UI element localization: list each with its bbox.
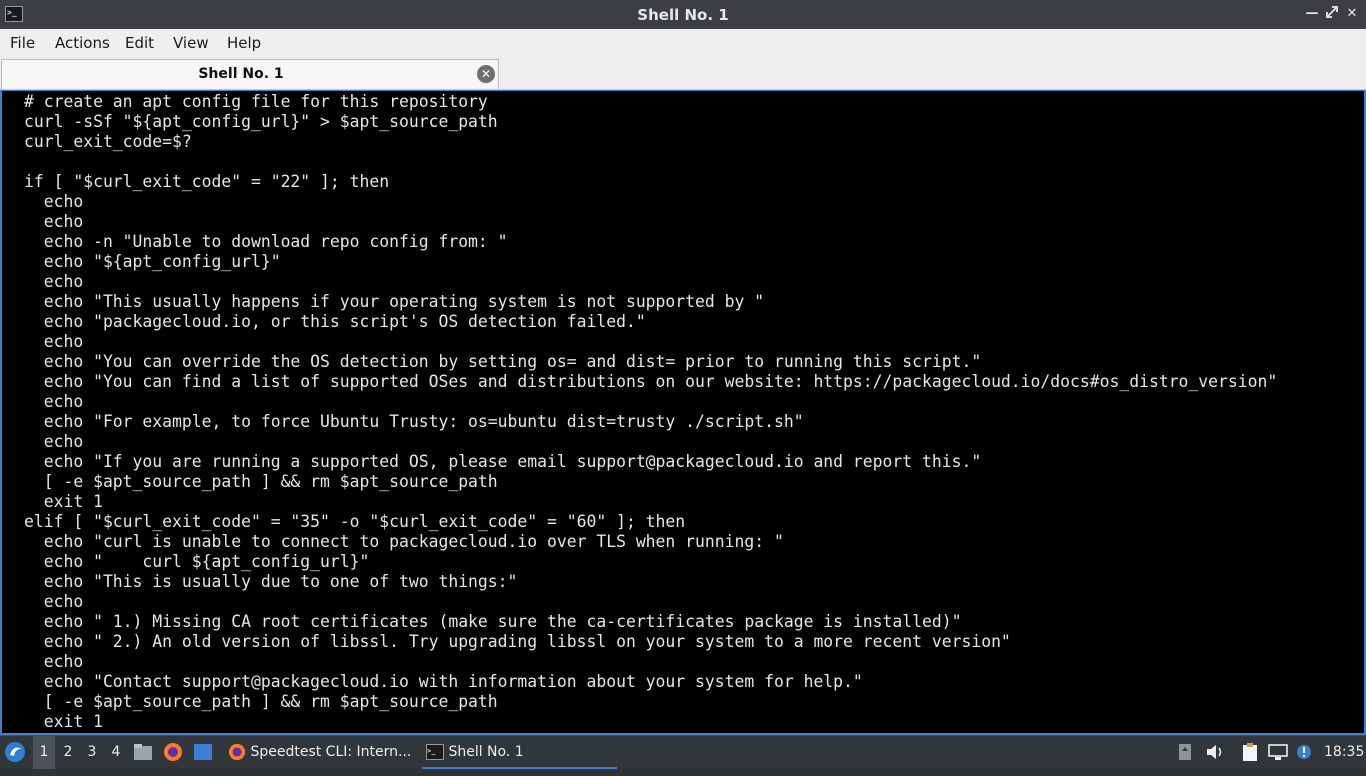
- terminal-view[interactable]: # create an apt config file for this rep…: [0, 90, 1366, 735]
- terminal-line: echo: [24, 392, 84, 411]
- taskbar: 1 2 3 4 Speedtest CLI: Intern... >_ Shel…: [0, 735, 1366, 769]
- terminal-line: echo " 1.) Missing CA root certificates …: [24, 612, 962, 631]
- close-circle-icon[interactable]: ✕: [477, 65, 495, 83]
- terminal-icon: >_: [426, 744, 444, 760]
- terminal-line: echo "For example, to force Ubuntu Trust…: [24, 412, 804, 431]
- tab-label: Shell No. 1: [198, 66, 284, 82]
- workspace-3[interactable]: 3: [81, 736, 103, 769]
- network-icon[interactable]: [1268, 736, 1290, 769]
- terminal-line: echo "This is usually due to one of two …: [24, 572, 518, 591]
- menu-edit[interactable]: Edit: [125, 34, 154, 52]
- terminal-line: curl -sSf "${apt_config_url}" > $apt_sou…: [24, 112, 498, 131]
- terminal-line: echo: [24, 332, 84, 351]
- file-manager-icon[interactable]: [133, 736, 155, 769]
- workspace-1[interactable]: 1: [33, 736, 55, 769]
- terminal-line: exit 1: [24, 492, 103, 511]
- terminal-line: echo "If you are running a supported OS,…: [24, 452, 982, 471]
- workspace-4[interactable]: 4: [105, 736, 127, 769]
- close-icon[interactable]: ✕: [1343, 5, 1361, 23]
- terminal-line: echo "${apt_config_url}": [24, 252, 281, 271]
- terminal-line: echo "curl is unable to connect to packa…: [24, 532, 784, 551]
- task-label: Shell No. 1: [448, 744, 524, 760]
- tab-bar: Shell No. 1 ✕: [0, 56, 1366, 90]
- terminal-line: echo "Contact support@packagecloud.io wi…: [24, 672, 863, 691]
- removable-media-icon[interactable]: [1178, 736, 1194, 769]
- task-label: Speedtest CLI: Intern...: [250, 744, 412, 760]
- terminal-line: if [ "$curl_exit_code" = "22" ]; then: [24, 172, 390, 191]
- maximize-icon[interactable]: [1323, 5, 1341, 23]
- terminal-line: echo "packagecloud.io, or this script's …: [24, 312, 646, 331]
- terminal-line: [ -e $apt_source_path ] && rm $apt_sourc…: [24, 692, 498, 711]
- window-titlebar[interactable]: >_ Shell No. 1 — ✕: [0, 0, 1366, 29]
- terminal-line: elif [ "$curl_exit_code" = "35" -o "$cur…: [24, 512, 686, 531]
- terminal-line: echo "You can find a list of supported O…: [24, 372, 1278, 391]
- terminal-line: echo: [24, 432, 84, 451]
- menu-help[interactable]: Help: [227, 34, 261, 52]
- task-speedtest[interactable]: Speedtest CLI: Intern...: [224, 736, 418, 769]
- terminal-line: echo: [24, 272, 84, 291]
- menu-view[interactable]: View: [173, 34, 209, 52]
- terminal-line: exit 1: [24, 712, 103, 731]
- minimize-icon[interactable]: —: [1303, 5, 1321, 23]
- firefox-icon: [228, 743, 246, 761]
- terminal-line: echo " curl ${apt_config_url}": [24, 552, 370, 571]
- firefox-icon[interactable]: [163, 736, 185, 769]
- show-desktop-icon[interactable]: [193, 736, 215, 769]
- notification-icon[interactable]: [1296, 736, 1314, 769]
- terminal-line: echo -n "Unable to download repo config …: [24, 232, 508, 251]
- clipboard-icon[interactable]: [1240, 736, 1262, 769]
- clock[interactable]: 18:35: [1324, 736, 1364, 769]
- terminal-line: echo: [24, 592, 84, 611]
- menu-file[interactable]: File: [10, 34, 35, 52]
- menu-actions[interactable]: Actions: [55, 34, 110, 52]
- terminal-line: curl_exit_code=$?: [24, 132, 192, 151]
- volume-icon[interactable]: [1205, 736, 1225, 769]
- menu-bar: File Actions Edit View Help: [0, 29, 1366, 56]
- tab-shell-1[interactable]: Shell No. 1 ✕: [1, 59, 499, 89]
- terminal-line: echo: [24, 652, 84, 671]
- task-shell-1[interactable]: >_ Shell No. 1: [422, 736, 617, 769]
- terminal-line: echo: [24, 212, 84, 231]
- terminal-line: [ -e $apt_source_path ] && rm $apt_sourc…: [24, 472, 498, 491]
- terminal-line: # create an apt config file for this rep…: [24, 92, 488, 111]
- window-title: Shell No. 1: [637, 6, 729, 24]
- terminal-line: echo "You can override the OS detection …: [24, 352, 982, 371]
- terminal-line: echo " 2.) An old version of libssl. Try…: [24, 632, 1011, 651]
- terminal-line: echo "This usually happens if your opera…: [24, 292, 765, 311]
- terminal-line: echo: [24, 192, 84, 211]
- workspace-2[interactable]: 2: [57, 736, 79, 769]
- lxqt-start-icon[interactable]: [4, 736, 28, 769]
